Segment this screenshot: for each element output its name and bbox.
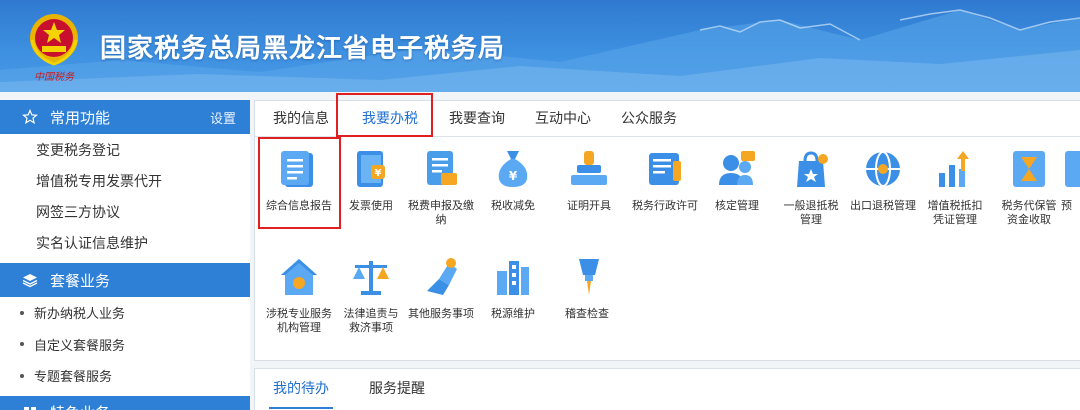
service-other[interactable]: 其他服务事项	[403, 255, 479, 321]
pin-check-icon	[579, 259, 599, 295]
service-inspection[interactable]: 稽查检查	[549, 255, 625, 321]
sidebar-section-next[interactable]: 特色业务	[0, 395, 250, 410]
emblem-caption: 中国税务	[34, 71, 75, 83]
service-label: 一般退抵税 管理	[783, 199, 839, 226]
sidebar-settings-link[interactable]: 设置	[210, 108, 236, 127]
service-label: 税务代保管 资金收取	[1001, 199, 1057, 226]
tab-interaction[interactable]: 互动中心	[525, 101, 601, 137]
tab-public-service[interactable]: 公众服务	[611, 101, 687, 137]
refund-bag-icon	[797, 151, 828, 187]
main-panel: 我的信息 我要办税 我要查询 互动中心 公众服务 综合信息报告 ¥ 发票使用 税…	[254, 93, 1080, 361]
service-tax-source[interactable]: 税源维护	[475, 255, 551, 321]
service-label: 增值税抵扣 凭证管理	[927, 199, 983, 226]
service-label: 发票使用	[349, 199, 393, 212]
sidebar-item-new-taxpayer[interactable]: 新办纳税人业务	[0, 297, 250, 329]
service-vat-deduction[interactable]: 增值税抵扣 凭证管理	[917, 147, 993, 227]
service-assessment[interactable]: 核定管理	[699, 147, 775, 213]
service-invoice-use[interactable]: ¥ 发票使用	[333, 147, 409, 213]
service-refund-offset[interactable]: 一般退抵税 管理	[773, 147, 849, 227]
tab-my-info[interactable]: 我的信息	[263, 101, 339, 137]
bar-chart-up-icon	[939, 151, 969, 187]
sidebar-item-realname-auth[interactable]: 实名认证信息维护	[0, 227, 250, 258]
service-label: 税费申报及缴纳	[408, 199, 474, 226]
bullet-dot	[20, 373, 24, 378]
svg-text:¥: ¥	[509, 169, 518, 183]
globe-icon	[866, 151, 900, 187]
money-bag-icon: ¥	[498, 151, 528, 187]
service-label: 其他服务事项	[408, 307, 474, 320]
tab-service-reminder[interactable]: 服务提醒	[355, 369, 439, 409]
bullet-dot	[20, 342, 24, 347]
sidebar-section-title: 常用功能	[50, 108, 111, 127]
sidebar-section-title: 特色业务	[50, 402, 250, 410]
layers-icon	[20, 272, 40, 288]
service-comprehensive-report[interactable]: 综合信息报告	[261, 147, 337, 213]
invoice-book-icon: ¥	[357, 151, 385, 187]
partial-icon	[1065, 151, 1080, 187]
tab-query[interactable]: 我要查询	[439, 101, 515, 137]
service-label: 法律追责与 救济事项	[343, 307, 399, 334]
report-doc-icon	[281, 151, 313, 187]
people-check-icon	[719, 151, 755, 185]
sidebar-item-label: 专题套餐服务	[34, 370, 113, 386]
tax-declare-icon	[427, 151, 457, 185]
service-label: 税收减免	[491, 199, 535, 212]
sidebar-item-change-registration[interactable]: 变更税务登记	[0, 134, 250, 165]
sidebar-item-tripartite-agreement[interactable]: 网签三方协议	[0, 196, 250, 227]
sidebar-section-package[interactable]: 套餐业务	[0, 263, 250, 297]
site-title: 国家税务总局黑龙江省电子税务局	[100, 34, 506, 64]
tax-emblem-logo: 中国税务	[30, 14, 78, 83]
grid-icon	[20, 405, 40, 410]
service-label: 税务行政许可	[632, 199, 698, 212]
service-export-refund[interactable]: 出口退税管理	[845, 147, 921, 213]
site-header: 中国税务 国家税务总局黑龙江省电子税务局	[0, 0, 1080, 92]
building-icon	[497, 261, 529, 295]
stamp-icon	[571, 151, 607, 185]
sidebar-section-common[interactable]: 常用功能 设置	[0, 100, 250, 134]
sidebar-item-label: 新办纳税人业务	[34, 307, 126, 323]
service-partial[interactable]: 预	[1061, 147, 1080, 213]
service-certificate[interactable]: 证明开具	[551, 147, 627, 213]
tab-tax-handling[interactable]: 我要办税	[349, 101, 431, 137]
fund-hourglass-icon	[1013, 151, 1045, 187]
service-label: 涉税专业服务 机构管理	[266, 307, 332, 334]
service-label: 出口退税管理	[850, 199, 916, 212]
tab-my-todo[interactable]: 我的待办	[259, 369, 343, 409]
sidebar-section-title: 套餐业务	[50, 271, 111, 290]
sidebar: 常用功能 设置 变更税务登记 增值税专用发票代开 网签三方协议 实名认证信息维护…	[0, 100, 250, 410]
service-fund-custody[interactable]: 税务代保管 资金收取	[991, 147, 1067, 227]
license-icon	[649, 153, 681, 185]
main-tabs: 我的信息 我要办税 我要查询 互动中心 公众服务	[255, 101, 1080, 137]
sidebar-item-label: 自定义套餐服务	[34, 338, 126, 354]
todo-panel: 我的待办 服务提醒	[254, 368, 1080, 410]
bullet-dot	[20, 310, 24, 315]
service-tax-relief[interactable]: ¥ 税收减免	[475, 147, 551, 213]
svg-text:¥: ¥	[375, 168, 382, 179]
service-hand-icon	[427, 258, 457, 295]
service-label: 预	[1061, 199, 1072, 212]
service-label: 综合信息报告	[266, 199, 332, 212]
service-tax-declare[interactable]: 税费申报及缴纳	[403, 147, 479, 227]
sidebar-item-vat-invoice[interactable]: 增值税专用发票代开	[0, 165, 250, 196]
service-label: 证明开具	[567, 199, 611, 212]
house-tool-icon	[281, 259, 317, 295]
sidebar-item-custom-package[interactable]: 自定义套餐服务	[0, 329, 250, 361]
sidebar-item-topic-package[interactable]: 专题套餐服务	[0, 360, 250, 392]
service-legal-remedy[interactable]: 法律追责与 救济事项	[333, 255, 409, 335]
service-label: 稽查检查	[565, 307, 609, 320]
service-label: 核定管理	[715, 199, 759, 212]
star-outline-icon	[20, 109, 40, 125]
service-admin-license[interactable]: 税务行政许可	[627, 147, 703, 213]
service-label: 税源维护	[491, 307, 535, 320]
scale-icon	[353, 261, 389, 295]
service-professional-agency[interactable]: 涉税专业服务 机构管理	[261, 255, 337, 335]
